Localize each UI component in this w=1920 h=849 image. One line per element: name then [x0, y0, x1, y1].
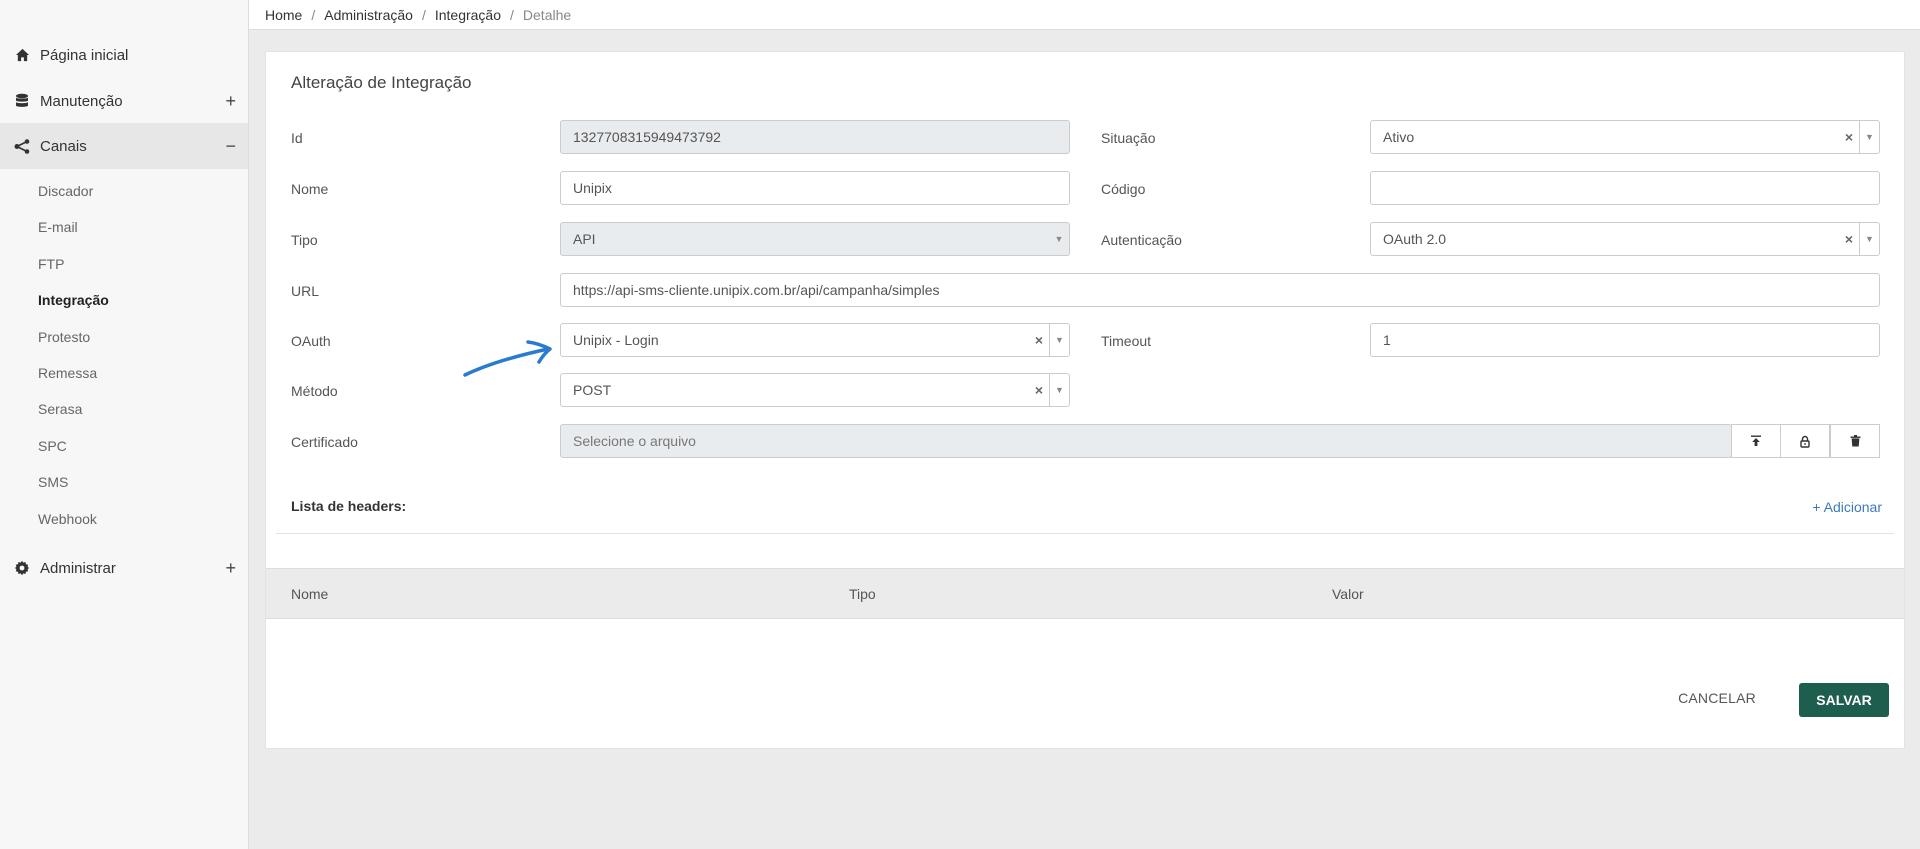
tipo-label: Tipo [291, 232, 318, 248]
column-header-nome[interactable]: Nome [291, 586, 328, 602]
autenticacao-label: Autenticação [1101, 232, 1182, 248]
chevron-down-icon[interactable]: ▼ [1049, 374, 1069, 406]
nav-administrar[interactable]: Administrar + [0, 545, 248, 591]
upload-button[interactable] [1731, 424, 1781, 458]
metodo-value: POST [573, 382, 612, 398]
upload-icon [1751, 435, 1761, 446]
save-button[interactable]: SALVAR [1799, 683, 1889, 717]
home-icon [14, 47, 30, 63]
nav-home[interactable]: Página inicial [0, 32, 248, 78]
sidebar-item-serasa[interactable]: Serasa [38, 401, 82, 417]
clear-icon[interactable]: × [1839, 129, 1859, 145]
column-header-valor[interactable]: Valor [1332, 586, 1364, 602]
sidebar-item-integracao[interactable]: Integração [38, 292, 109, 308]
certificado-file-input[interactable]: Selecione o arquivo [560, 424, 1732, 458]
oauth-value: Unipix - Login [573, 332, 659, 348]
nav-canais-label: Canais [40, 137, 87, 155]
page-title: Alteração de Integração [291, 73, 472, 92]
nome-value: Unipix [573, 180, 612, 196]
headers-title: Lista de headers: [291, 498, 407, 514]
divider [276, 533, 1894, 534]
cancel-button[interactable]: Cancelar [1672, 681, 1762, 715]
expand-icon[interactable]: + [225, 92, 236, 110]
delete-button[interactable] [1830, 424, 1880, 458]
trash-icon [1850, 435, 1860, 447]
url-input[interactable]: https://api-sms-cliente.unipix.com.br/ap… [560, 273, 1880, 307]
share-icon [14, 138, 30, 154]
nome-label: Nome [291, 181, 329, 197]
chevron-down-icon[interactable]: ▼ [1859, 223, 1879, 255]
sidebar-item-discador[interactable]: Discador [38, 183, 93, 199]
sidebar-item-sms[interactable]: SMS [38, 474, 68, 490]
url-value: https://api-sms-cliente.unipix.com.br/ap… [573, 282, 940, 298]
certificado-label: Certificado [291, 434, 358, 450]
chevron-down-icon[interactable]: ▼ [1049, 324, 1069, 356]
certificado-placeholder: Selecione o arquivo [573, 433, 696, 449]
gear-icon [14, 560, 30, 576]
breadcrumb-separator: / [421, 6, 426, 23]
timeout-input[interactable]: 1 [1370, 323, 1880, 357]
add-header-link[interactable]: + Adicionar [1812, 499, 1882, 515]
nav-administrar-label: Administrar [40, 559, 116, 577]
autenticacao-select[interactable]: OAuth 2.0 × ▼ [1370, 222, 1880, 256]
nome-input[interactable]: Unipix [560, 171, 1070, 205]
nav-manutencao[interactable]: Manutenção + [0, 78, 248, 124]
clear-icon[interactable]: × [1029, 382, 1049, 398]
situacao-value: Ativo [1383, 129, 1415, 145]
timeout-label: Timeout [1101, 333, 1152, 349]
url-label: URL [291, 283, 320, 299]
headers-table-header: Nome Tipo Valor [266, 568, 1904, 619]
timeout-value: 1 [1383, 332, 1391, 348]
id-value: 1327708315949473792 [573, 129, 721, 145]
situacao-label: Situação [1101, 130, 1156, 146]
sidebar: Página inicial Manutenção + Canais − Dis… [0, 0, 249, 849]
column-header-tipo[interactable]: Tipo [849, 586, 876, 602]
oauth-label: OAuth [291, 333, 331, 349]
situacao-select[interactable]: Ativo × ▼ [1370, 120, 1880, 154]
nav-canais[interactable]: Canais − [0, 123, 248, 169]
breadcrumb-integracao[interactable]: Integração [435, 7, 501, 23]
breadcrumb-separator: / [510, 6, 514, 23]
nav-home-label: Página inicial [40, 46, 129, 64]
chevron-down-icon: ▼ [1054, 234, 1064, 244]
sidebar-item-ftp[interactable]: FTP [38, 256, 64, 272]
sidebar-item-remessa[interactable]: Remessa [38, 365, 97, 381]
annotation-arrow [463, 340, 552, 377]
oauth-select[interactable]: Unipix - Login × ▼ [560, 323, 1070, 357]
codigo-label: Código [1101, 181, 1146, 197]
collapse-icon[interactable]: − [225, 137, 236, 155]
integration-form-card: Alteração de Integração Id 1327708315949… [265, 51, 1905, 749]
codigo-input[interactable] [1370, 171, 1880, 205]
tipo-value: API [573, 231, 596, 247]
database-icon [14, 93, 30, 109]
lock-button[interactable] [1780, 424, 1830, 458]
clear-icon[interactable]: × [1839, 231, 1859, 247]
chevron-down-icon[interactable]: ▼ [1859, 121, 1879, 153]
metodo-select[interactable]: POST × ▼ [560, 373, 1070, 407]
sidebar-item-protesto[interactable]: Protesto [38, 329, 90, 345]
breadcrumb-home[interactable]: Home [265, 7, 302, 23]
tipo-select: API ▼ [560, 222, 1070, 256]
breadcrumb-separator: / [311, 6, 316, 23]
breadcrumb-administracao[interactable]: Administração [324, 7, 413, 23]
breadcrumb: Home / Administração / Integração / Deta… [249, 0, 1920, 30]
expand-icon[interactable]: + [225, 559, 236, 577]
sidebar-item-spc[interactable]: SPC [38, 438, 67, 454]
id-field: 1327708315949473792 [560, 120, 1070, 154]
clear-icon[interactable]: × [1029, 332, 1049, 348]
nav-manutencao-label: Manutenção [40, 92, 123, 110]
breadcrumb-detalhe: Detalhe [522, 6, 572, 23]
lock-icon [1800, 435, 1810, 448]
sidebar-item-email[interactable]: E-mail [38, 219, 78, 235]
autenticacao-value: OAuth 2.0 [1383, 231, 1447, 247]
id-label: Id [291, 130, 303, 146]
sidebar-item-webhook[interactable]: Webhook [38, 511, 97, 527]
metodo-label: Método [291, 383, 338, 399]
